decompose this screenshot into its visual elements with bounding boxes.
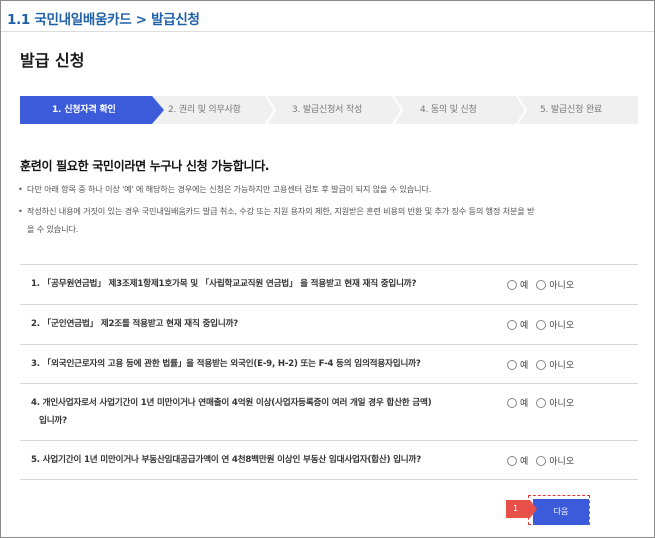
option-no-label: 아니오 [549,361,575,371]
option-no-label: 아니오 [549,457,575,467]
step-active-arrow [152,96,164,124]
option-no-label: 아니오 [549,321,575,331]
option-yes[interactable]: 예 [507,396,528,409]
radio-icon[interactable] [507,359,517,370]
next-button[interactable]: 다음 [533,499,589,525]
answer-options: 예 아니오 [507,396,582,409]
step-3: 3. 발급신청서 작성 [292,105,363,115]
note-text: 다만 아래 항목 중 하나 이상 '예' 에 해당하는 경우에는 신청은 가능하… [27,184,432,194]
intro-note: • 다만 아래 항목 중 하나 이상 '예' 에 해당하는 경우에는 신청은 가능… [18,180,638,198]
radio-icon[interactable] [536,359,547,370]
option-yes[interactable]: 예 [507,454,528,467]
intro-note: • 작성하신 내용에 거짓이 있는 경우 국민내일배움카드 발급 취소, 수강 또… [18,202,638,238]
question-text: 3. 「외국인근로자의 고용 등에 관한 법률」을 적용받는 외국인(E-9, … [31,359,421,369]
bullet: • [18,206,23,216]
question-text: 2. 「군인연금법」 제2조를 적용받고 현재 재직 중입니까? [31,319,239,329]
option-yes-label: 예 [520,281,529,291]
step-separator [516,96,527,124]
answer-options: 예 아니오 [507,278,582,291]
step-4: 4. 동의 및 신청 [420,105,477,115]
option-yes-label: 예 [520,457,529,467]
step-1: 1. 신청자격 확인 [52,105,116,115]
option-no[interactable]: 아니오 [536,318,574,331]
option-no[interactable]: 아니오 [536,454,574,467]
marker-arrow-icon [530,500,537,518]
intro-headline: 훈련이 필요한 국민이라면 누구나 신청 가능합니다. [20,159,270,173]
step-2: 2. 권리 및 의무사항 [168,105,241,115]
option-yes[interactable]: 예 [507,358,528,371]
option-yes[interactable]: 예 [507,278,528,291]
note-text: 작성하신 내용에 거짓이 있는 경우 국민내일배움카드 발급 취소, 수강 또는… [27,206,535,216]
option-no-label: 아니오 [549,281,575,291]
option-yes-label: 예 [520,361,529,371]
option-yes-label: 예 [520,321,529,331]
step-5: 5. 발급신청 완료 [540,105,602,115]
option-no[interactable]: 아니오 [536,358,574,371]
question-text: 5. 사업기간이 1년 미만이거나 부동산임대공급가액이 연 4천8백만원 이상… [31,455,422,465]
step-separator [265,96,276,124]
note-text: 을 수 있습니다. [27,224,79,234]
option-no[interactable]: 아니오 [536,278,574,291]
radio-icon[interactable] [507,319,517,330]
answer-options: 예 아니오 [507,318,582,331]
radio-icon[interactable] [507,455,517,466]
question-list: 1. 「공무원연금법」 제3조제1항제1호가목 및 「사립학교교직원 연금법」 … [20,264,638,480]
radio-icon[interactable] [536,455,547,466]
divider [1,31,654,32]
question-row: 3. 「외국인근로자의 고용 등에 관한 법률」을 적용받는 외국인(E-9, … [20,344,638,383]
section-title: 1.1 국민내일배움카드 > 발급신청 [7,12,200,28]
radio-icon[interactable] [507,279,517,290]
option-yes-label: 예 [520,399,529,409]
radio-icon[interactable] [507,397,517,408]
question-row: 2. 「군인연금법」 제2조를 적용받고 현재 재직 중입니까? 예 아니오 [20,304,638,344]
page-title: 발급 신청 [20,51,85,70]
answer-options: 예 아니오 [507,358,582,371]
option-no[interactable]: 아니오 [536,396,574,409]
radio-icon[interactable] [536,397,547,408]
step-marker-badge: 1 [506,500,530,518]
question-text: 1. 「공무원연금법」 제3조제1항제1호가목 및 「사립학교교직원 연금법」 … [31,279,417,289]
step-separator [392,96,403,124]
step-progress: 1. 신청자격 확인 2. 권리 및 의무사항 3. 발급신청서 작성 4. 동… [20,96,638,124]
question-row: 1. 「공무원연금법」 제3조제1항제1호가목 및 「사립학교교직원 연금법」 … [20,264,638,304]
question-line: 입니까? [39,416,67,426]
option-yes[interactable]: 예 [507,318,528,331]
option-no-label: 아니오 [549,399,575,409]
bullet: • [18,184,23,194]
question-text: 4. 개인사업자로서 사업기간이 1년 미만이거나 연매출이 4억원 이상(사업… [31,394,491,430]
question-row: 4. 개인사업자로서 사업기간이 1년 미만이거나 연매출이 4억원 이상(사업… [20,383,638,440]
radio-icon[interactable] [536,319,547,330]
answer-options: 예 아니오 [507,454,582,467]
question-row: 5. 사업기간이 1년 미만이거나 부동산임대공급가액이 연 4천8백만원 이상… [20,440,638,480]
question-line: 4. 개인사업자로서 사업기간이 1년 미만이거나 연매출이 4억원 이상(사업… [31,398,432,408]
radio-icon[interactable] [536,279,547,290]
